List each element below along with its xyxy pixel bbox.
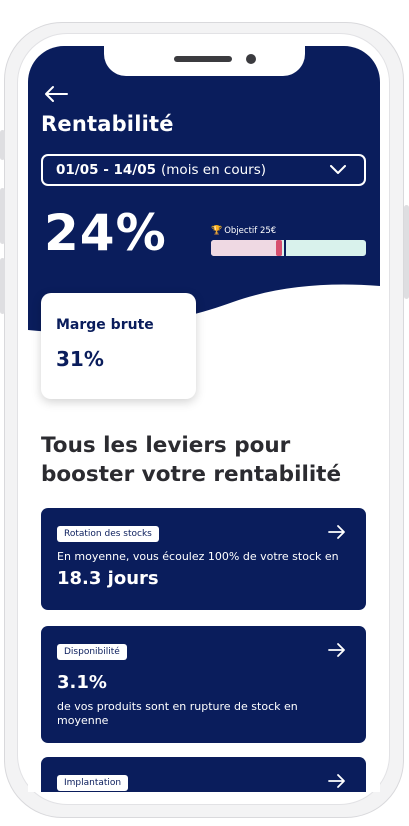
- period-select[interactable]: 01/05 - 14/05 (mois en cours): [41, 154, 366, 186]
- goal-progress-marker: [276, 240, 283, 256]
- arrow-right-icon: [328, 643, 345, 657]
- gross-margin-value: 31%: [56, 347, 104, 371]
- lever-text: de vos produits sont en rupture de stock…: [57, 700, 298, 727]
- lever-value: 18.3 jours: [57, 568, 159, 589]
- profitability-value: 24%: [44, 204, 167, 262]
- levers-section-title: Tous les leviers pour booster votre rent…: [41, 433, 342, 487]
- goal-progress-fill: [211, 240, 283, 256]
- phone-side-button: [404, 205, 409, 299]
- lever-tag: Disponibilité: [57, 644, 127, 660]
- phone-side-button: [0, 130, 5, 160]
- page-title: Rentabilité: [41, 112, 174, 136]
- goal-progress-bar: [211, 240, 366, 256]
- lever-text: En moyenne, vous écoulez 100% de votre s…: [57, 550, 339, 563]
- goal-label-row: 🏆 Objectif 25€: [211, 226, 366, 236]
- trophy-icon: 🏆: [211, 226, 223, 236]
- lever-tag: Implantation: [57, 775, 129, 791]
- arrow-left-icon[interactable]: [43, 84, 69, 104]
- arrow-right-icon: [328, 525, 345, 539]
- arrow-right-icon: [328, 774, 345, 788]
- chevron-down-icon: [330, 165, 346, 174]
- lever-card-availability[interactable]: Disponibilité 3.1% de vos produits sont …: [41, 626, 366, 743]
- lever-value: 3.1%: [57, 672, 107, 693]
- phone-speaker: [174, 56, 232, 62]
- gross-margin-card[interactable]: Marge brute 31%: [41, 293, 196, 399]
- period-range: 01/05 - 14/05: [56, 162, 157, 178]
- gross-margin-label: Marge brute: [56, 317, 154, 333]
- phone-side-button: [0, 188, 5, 244]
- period-sub: (mois en cours): [161, 162, 267, 178]
- goal-threshold-line: [284, 240, 287, 256]
- goal-indicator: 🏆 Objectif 25€: [211, 226, 366, 256]
- phone-camera: [246, 54, 256, 64]
- lever-card-stock-rotation[interactable]: Rotation des stocks En moyenne, vous éco…: [41, 508, 366, 610]
- lever-card-placement[interactable]: Implantation: [41, 757, 366, 792]
- app-screen: Rentabilité 01/05 - 14/05 (mois en cours…: [28, 46, 380, 792]
- goal-label: Objectif 25€: [224, 226, 277, 236]
- phone-side-button: [0, 258, 5, 314]
- lever-tag: Rotation des stocks: [57, 526, 159, 542]
